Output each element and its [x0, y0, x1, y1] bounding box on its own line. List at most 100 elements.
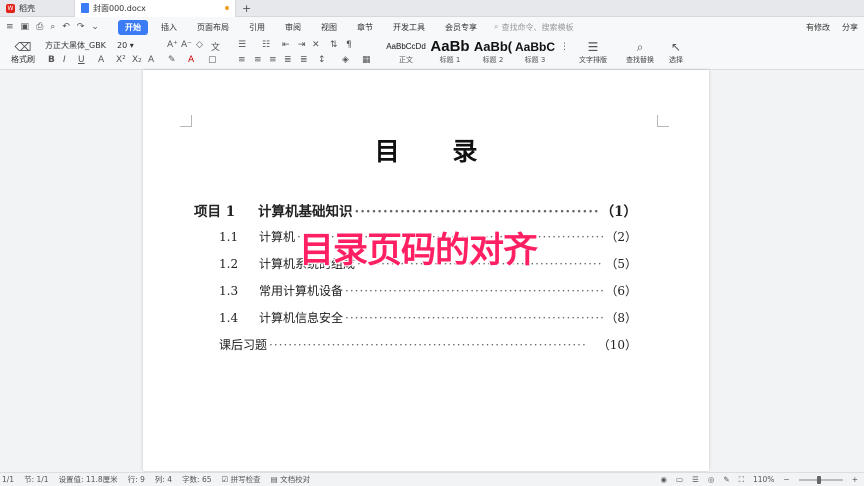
- font-color-icon[interactable]: A: [188, 55, 194, 65]
- font-size-select[interactable]: 20 ▾: [117, 40, 157, 52]
- tab-member[interactable]: 会员专享: [438, 20, 484, 35]
- web-view-icon[interactable]: ◎: [708, 475, 715, 484]
- bullet-list-icon[interactable]: ☰: [238, 40, 246, 50]
- dropdown-icon[interactable]: ⌄: [91, 22, 99, 32]
- command-search[interactable]: ⌕ 查找命令、搜索模板: [494, 22, 573, 33]
- select-button[interactable]: ↖ 选择: [656, 39, 696, 65]
- grow-font-icon[interactable]: A⁺: [167, 40, 178, 50]
- status-page[interactable]: 1/1: [2, 475, 14, 484]
- numbered-list-icon[interactable]: ☷: [262, 40, 270, 50]
- superscript-icon[interactable]: X²: [116, 55, 126, 65]
- tab-page-layout[interactable]: 页面布局: [190, 20, 236, 35]
- status-bar: 1/1 节: 1/1 设置值: 11.8厘米 行: 9 列: 4 字数: 65 …: [0, 472, 864, 486]
- text-layout-button[interactable]: ☰ 文字排版: [573, 39, 613, 65]
- toc-number: 项目 1: [194, 204, 236, 220]
- toc-page: （10）: [597, 338, 637, 352]
- pinyin-icon[interactable]: 文: [211, 40, 220, 53]
- preview-icon[interactable]: ⌕: [50, 22, 55, 32]
- tab-review[interactable]: 审阅: [278, 20, 308, 35]
- underline-icon[interactable]: U: [78, 55, 85, 65]
- unsaved-dot-icon: [225, 6, 229, 10]
- status-setting: 设置值: 11.8厘米: [58, 475, 118, 484]
- style-heading-2[interactable]: AaBb( 标题 2: [473, 39, 513, 65]
- cursor-icon: ↖: [670, 40, 682, 54]
- borders-icon[interactable]: ▦: [362, 55, 371, 65]
- highlight-icon[interactable]: ✎: [168, 55, 176, 65]
- eye-protection-icon[interactable]: ◉: [660, 475, 667, 484]
- char-border-icon[interactable]: ▢: [208, 55, 217, 65]
- align-right-icon[interactable]: ≡: [269, 55, 277, 65]
- tab-section[interactable]: 章节: [350, 20, 380, 35]
- save-icon[interactable]: ▣: [21, 22, 30, 32]
- pen-icon[interactable]: ✎: [723, 475, 729, 484]
- zoom-level[interactable]: 110%: [753, 475, 774, 484]
- toc-entry[interactable]: 项目 1 计算机基础知识 ···························…: [194, 200, 637, 220]
- tab-document[interactable]: 封面000.docx: [74, 0, 236, 17]
- find-replace-button[interactable]: ⌕ 查找替换: [620, 39, 660, 65]
- toc-entry[interactable]: 课后习题 ···································…: [219, 336, 637, 353]
- toc-leader: ········································…: [269, 338, 587, 352]
- redo-icon[interactable]: ↷: [77, 22, 85, 32]
- share-button[interactable]: 分享: [842, 22, 858, 33]
- page-view-icon[interactable]: ▭: [676, 475, 683, 484]
- tab-insert[interactable]: 插入: [154, 20, 184, 35]
- select-label: 选择: [669, 56, 683, 64]
- document-icon: [81, 3, 89, 13]
- status-row: 行: 9: [127, 475, 145, 484]
- zoom-slider[interactable]: [798, 475, 843, 484]
- clear-format-icon[interactable]: ◇: [196, 40, 203, 50]
- spellcheck-button[interactable]: ☑ 拼写检查: [222, 474, 261, 485]
- show-marks-icon[interactable]: ¶: [346, 40, 352, 50]
- zoom-in-icon[interactable]: +: [852, 475, 858, 484]
- print-icon[interactable]: ⎙: [36, 22, 43, 32]
- text-effect-icon[interactable]: A: [148, 55, 154, 65]
- style-heading-3[interactable]: AaBbC 标题 3: [515, 39, 555, 65]
- shrink-font-icon[interactable]: A⁻: [181, 40, 192, 50]
- format-painter-icon: ⌫: [14, 40, 32, 54]
- proofread-button[interactable]: ▤ 文档校对: [271, 474, 310, 485]
- status-col: 列: 4: [154, 475, 173, 484]
- style-heading-2-preview: AaBb(: [473, 39, 513, 54]
- tab-developer[interactable]: 开发工具: [386, 20, 432, 35]
- tab-home[interactable]: 开始: [118, 19, 148, 35]
- new-tab-icon[interactable]: +: [242, 2, 251, 15]
- decrease-indent-icon[interactable]: ⇤: [282, 40, 290, 50]
- line-spacing-icon[interactable]: ↕: [318, 55, 326, 65]
- tab-references[interactable]: 引用: [242, 20, 272, 35]
- fit-page-icon[interactable]: ⛶: [739, 475, 744, 485]
- ribbon-home: ⌫ 格式刷 方正大黑体_GBK 20 ▾ A⁺ A⁻ ◇ 文 B I U A X…: [0, 37, 864, 70]
- style-heading-1[interactable]: AaBb 标题 1: [430, 39, 470, 65]
- align-left-icon[interactable]: ≡: [238, 55, 246, 65]
- outline-view-icon[interactable]: ☰: [692, 475, 699, 484]
- format-painter-button[interactable]: ⌫ 格式刷: [10, 40, 36, 65]
- toc-entry[interactable]: 1.4 计算机信息安全 ····························…: [219, 309, 637, 326]
- sort-icon[interactable]: ⇅: [330, 40, 338, 50]
- italic-icon[interactable]: I: [63, 55, 66, 65]
- style-heading-1-label: 标题 1: [439, 56, 461, 64]
- menu-icon[interactable]: ≡: [6, 22, 14, 32]
- toc-leader: ········································…: [345, 311, 603, 325]
- text-layout-label: 文字排版: [579, 56, 607, 64]
- subscript-icon[interactable]: X₂: [132, 55, 142, 65]
- toc-entry[interactable]: 1.3 常用计算机设备 ····························…: [219, 282, 637, 299]
- undo-icon[interactable]: ↶: [62, 22, 70, 32]
- shading-icon[interactable]: ◈: [342, 55, 349, 65]
- tab-docer[interactable]: W 稻壳: [0, 0, 74, 17]
- styles-more-icon[interactable]: ⋮: [560, 42, 569, 52]
- increase-indent-icon[interactable]: ⇥: [298, 40, 306, 50]
- align-center-icon[interactable]: ≡: [254, 55, 262, 65]
- margin-mark-top-right: [657, 115, 669, 127]
- style-normal[interactable]: AaBbCcDd 正文: [386, 39, 426, 65]
- font-name-select[interactable]: 方正大黑体_GBK: [43, 40, 113, 52]
- menu-right: 有修改 分享: [806, 22, 864, 33]
- bold-icon[interactable]: B: [48, 55, 55, 65]
- edit-status-button[interactable]: 有修改: [806, 22, 830, 33]
- justify-icon[interactable]: ≣: [284, 55, 292, 65]
- tab-view[interactable]: 视图: [314, 20, 344, 35]
- distributed-icon[interactable]: ≣: [300, 55, 308, 65]
- wps-logo-icon: W: [6, 3, 15, 13]
- status-wordcount[interactable]: 字数: 65: [182, 474, 211, 485]
- strikethrough-icon[interactable]: A: [98, 55, 104, 65]
- zoom-out-icon[interactable]: −: [783, 475, 789, 484]
- chinese-layout-icon[interactable]: ✕: [312, 40, 320, 50]
